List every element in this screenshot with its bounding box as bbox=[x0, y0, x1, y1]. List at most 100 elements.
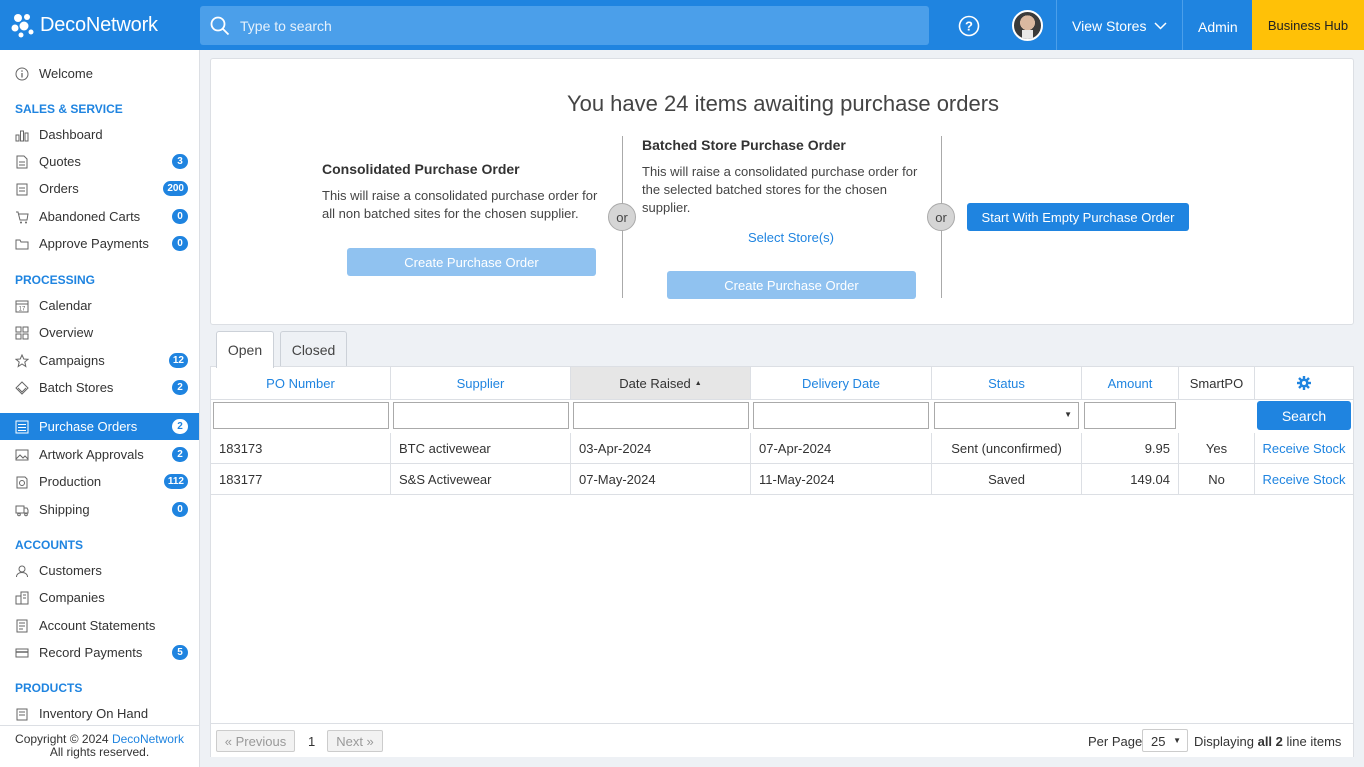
calendar-icon: 17 bbox=[14, 298, 30, 314]
tab-closed[interactable]: Closed bbox=[280, 331, 347, 367]
sidebar-item-inventory-on-hand[interactable]: Inventory On Hand bbox=[0, 700, 199, 727]
sidebar-item-overview[interactable]: Overview bbox=[0, 319, 199, 346]
display-count: Displaying all 2 line items bbox=[1194, 734, 1341, 749]
sidebar-item-calendar[interactable]: 17 Calendar bbox=[0, 292, 199, 319]
column-settings[interactable] bbox=[1255, 367, 1353, 400]
sidebar-item-welcome[interactable]: Welcome bbox=[0, 60, 199, 87]
sidebar-item-label: Campaigns bbox=[39, 353, 105, 368]
consolidated-description: This will raise a consolidated purchase … bbox=[322, 188, 598, 221]
display-suffix: line items bbox=[1282, 734, 1342, 749]
sidebar-item-account-statements[interactable]: Account Statements bbox=[0, 612, 199, 639]
sidebar-item-customers[interactable]: Customers bbox=[0, 557, 199, 584]
delivery-date-cell: 11-May-2024 bbox=[751, 464, 932, 495]
supplier-filter[interactable] bbox=[393, 402, 569, 429]
sidebar-item-abandoned-carts[interactable]: Abandoned Carts 0 bbox=[0, 203, 199, 230]
date-raised-filter[interactable] bbox=[573, 402, 749, 429]
table-row[interactable]: 183177 S&S Activewear 07-May-2024 11-May… bbox=[211, 464, 1353, 495]
chevron-down-icon bbox=[1154, 22, 1167, 30]
star-icon bbox=[14, 353, 30, 369]
sidebar-item-label: Record Payments bbox=[39, 645, 143, 660]
column-header-smartpo: SmartPO bbox=[1179, 367, 1255, 400]
admin-link[interactable]: Admin bbox=[1198, 19, 1238, 35]
caret-down-icon: ▼ bbox=[1173, 736, 1181, 745]
sidebar-item-record-payments[interactable]: Record Payments 5 bbox=[0, 639, 199, 666]
logo[interactable]: DecoNetwork bbox=[10, 12, 158, 38]
tab-open[interactable]: Open bbox=[216, 331, 274, 368]
building-icon bbox=[14, 590, 30, 606]
po-number-filter[interactable] bbox=[213, 402, 389, 429]
create-consolidated-po-button[interactable]: Create Purchase Order bbox=[347, 248, 596, 276]
sidebar-item-label: Artwork Approvals bbox=[39, 447, 144, 462]
per-page-value: 25 bbox=[1151, 734, 1166, 749]
table-row[interactable]: 183173 BTC activewear 03-Apr-2024 07-Apr… bbox=[211, 433, 1353, 464]
view-stores-dropdown[interactable]: View Stores bbox=[1072, 18, 1167, 34]
search-button[interactable]: Search bbox=[1257, 401, 1351, 430]
section-accounts: ACCOUNTS bbox=[15, 538, 83, 552]
sidebar-item-label: Production bbox=[39, 474, 102, 489]
count-badge: 2 bbox=[172, 447, 188, 462]
count-badge: 0 bbox=[172, 236, 188, 251]
user-avatar[interactable] bbox=[1012, 10, 1043, 41]
search-icon bbox=[210, 16, 230, 35]
amount-filter[interactable] bbox=[1084, 402, 1176, 429]
column-header-date-raised[interactable]: Date Raised ▲ bbox=[571, 367, 751, 400]
delivery-date-filter[interactable] bbox=[753, 402, 929, 429]
sidebar-item-purchase-orders[interactable]: Purchase Orders 2 bbox=[0, 413, 199, 440]
batched-title: Batched Store Purchase Order bbox=[642, 137, 846, 153]
count-badge: 2 bbox=[172, 419, 188, 434]
sidebar-item-artwork-approvals[interactable]: Artwork Approvals 2 bbox=[0, 441, 199, 468]
start-empty-po-button[interactable]: Start With Empty Purchase Order bbox=[967, 203, 1189, 231]
column-header-po-number[interactable]: PO Number bbox=[211, 367, 391, 400]
status-filter-select[interactable]: ▼ bbox=[934, 402, 1079, 429]
sidebar-item-companies[interactable]: Companies bbox=[0, 584, 199, 611]
pagination-bar: « Previous 1 Next » Per Page 25 ▼ Displa… bbox=[211, 723, 1353, 757]
image-icon bbox=[14, 447, 30, 463]
sidebar-item-orders[interactable]: Orders 200 bbox=[0, 175, 199, 202]
svg-text:17: 17 bbox=[19, 306, 26, 312]
clipboard-icon bbox=[14, 181, 30, 197]
column-header-supplier[interactable]: Supplier bbox=[391, 367, 571, 400]
status-cell: Saved bbox=[932, 464, 1082, 495]
smartpo-cell: Yes bbox=[1179, 433, 1255, 464]
column-header-status[interactable]: Status bbox=[932, 367, 1082, 400]
sidebar-item-label: Welcome bbox=[39, 66, 93, 81]
sidebar-item-dashboard[interactable]: Dashboard bbox=[0, 121, 199, 148]
previous-page-button[interactable]: « Previous bbox=[216, 730, 295, 752]
count-badge: 112 bbox=[163, 474, 188, 489]
next-page-button[interactable]: Next » bbox=[327, 730, 383, 752]
copyright-text: Copyright © 2024 bbox=[15, 732, 112, 746]
column-header-amount[interactable]: Amount bbox=[1082, 367, 1179, 400]
svg-text:?: ? bbox=[965, 19, 973, 34]
sidebar-item-label: Account Statements bbox=[39, 618, 156, 633]
receive-stock-link[interactable]: Receive Stock bbox=[1255, 464, 1353, 495]
divider bbox=[1056, 0, 1057, 50]
delivery-date-cell: 07-Apr-2024 bbox=[751, 433, 932, 464]
select-stores-link[interactable]: Select Store(s) bbox=[748, 230, 834, 245]
sidebar-item-production[interactable]: Production 112 bbox=[0, 468, 199, 495]
help-icon[interactable]: ? bbox=[958, 15, 980, 40]
business-hub-button[interactable]: Business Hub bbox=[1252, 0, 1364, 50]
per-page-select[interactable]: 25 ▼ bbox=[1142, 729, 1188, 752]
layers-icon bbox=[14, 380, 30, 396]
date-raised-cell: 07-May-2024 bbox=[571, 464, 751, 495]
sidebar-item-batch-stores[interactable]: Batch Stores 2 bbox=[0, 374, 199, 401]
sidebar-item-label: Shipping bbox=[39, 502, 90, 517]
sidebar-item-shipping[interactable]: Shipping 0 bbox=[0, 496, 199, 523]
global-search[interactable] bbox=[200, 6, 929, 45]
sidebar-item-label: Orders bbox=[39, 181, 79, 196]
current-page[interactable]: 1 bbox=[308, 734, 315, 749]
count-badge: 0 bbox=[172, 502, 188, 517]
create-batched-po-button[interactable]: Create Purchase Order bbox=[667, 271, 916, 299]
sidebar-item-campaigns[interactable]: Campaigns 12 bbox=[0, 347, 199, 374]
sidebar-item-label: Overview bbox=[39, 325, 94, 340]
deconetwork-link[interactable]: DecoNetwork bbox=[112, 732, 184, 746]
receive-stock-link[interactable]: Receive Stock bbox=[1255, 433, 1353, 464]
search-input[interactable] bbox=[240, 17, 840, 34]
top-bar: DecoNetwork ? View Stores Admin Business… bbox=[0, 0, 1364, 50]
sidebar-item-quotes[interactable]: Quotes 3 bbox=[0, 148, 199, 175]
sidebar-item-approve-payments[interactable]: Approve Payments 0 bbox=[0, 230, 199, 257]
caret-down-icon: ▼ bbox=[1064, 410, 1072, 419]
purchase-orders-grid: PO Number Supplier Date Raised ▲ Deliver… bbox=[210, 366, 1354, 757]
or-separator: or bbox=[927, 203, 955, 231]
column-header-delivery-date[interactable]: Delivery Date bbox=[751, 367, 932, 400]
